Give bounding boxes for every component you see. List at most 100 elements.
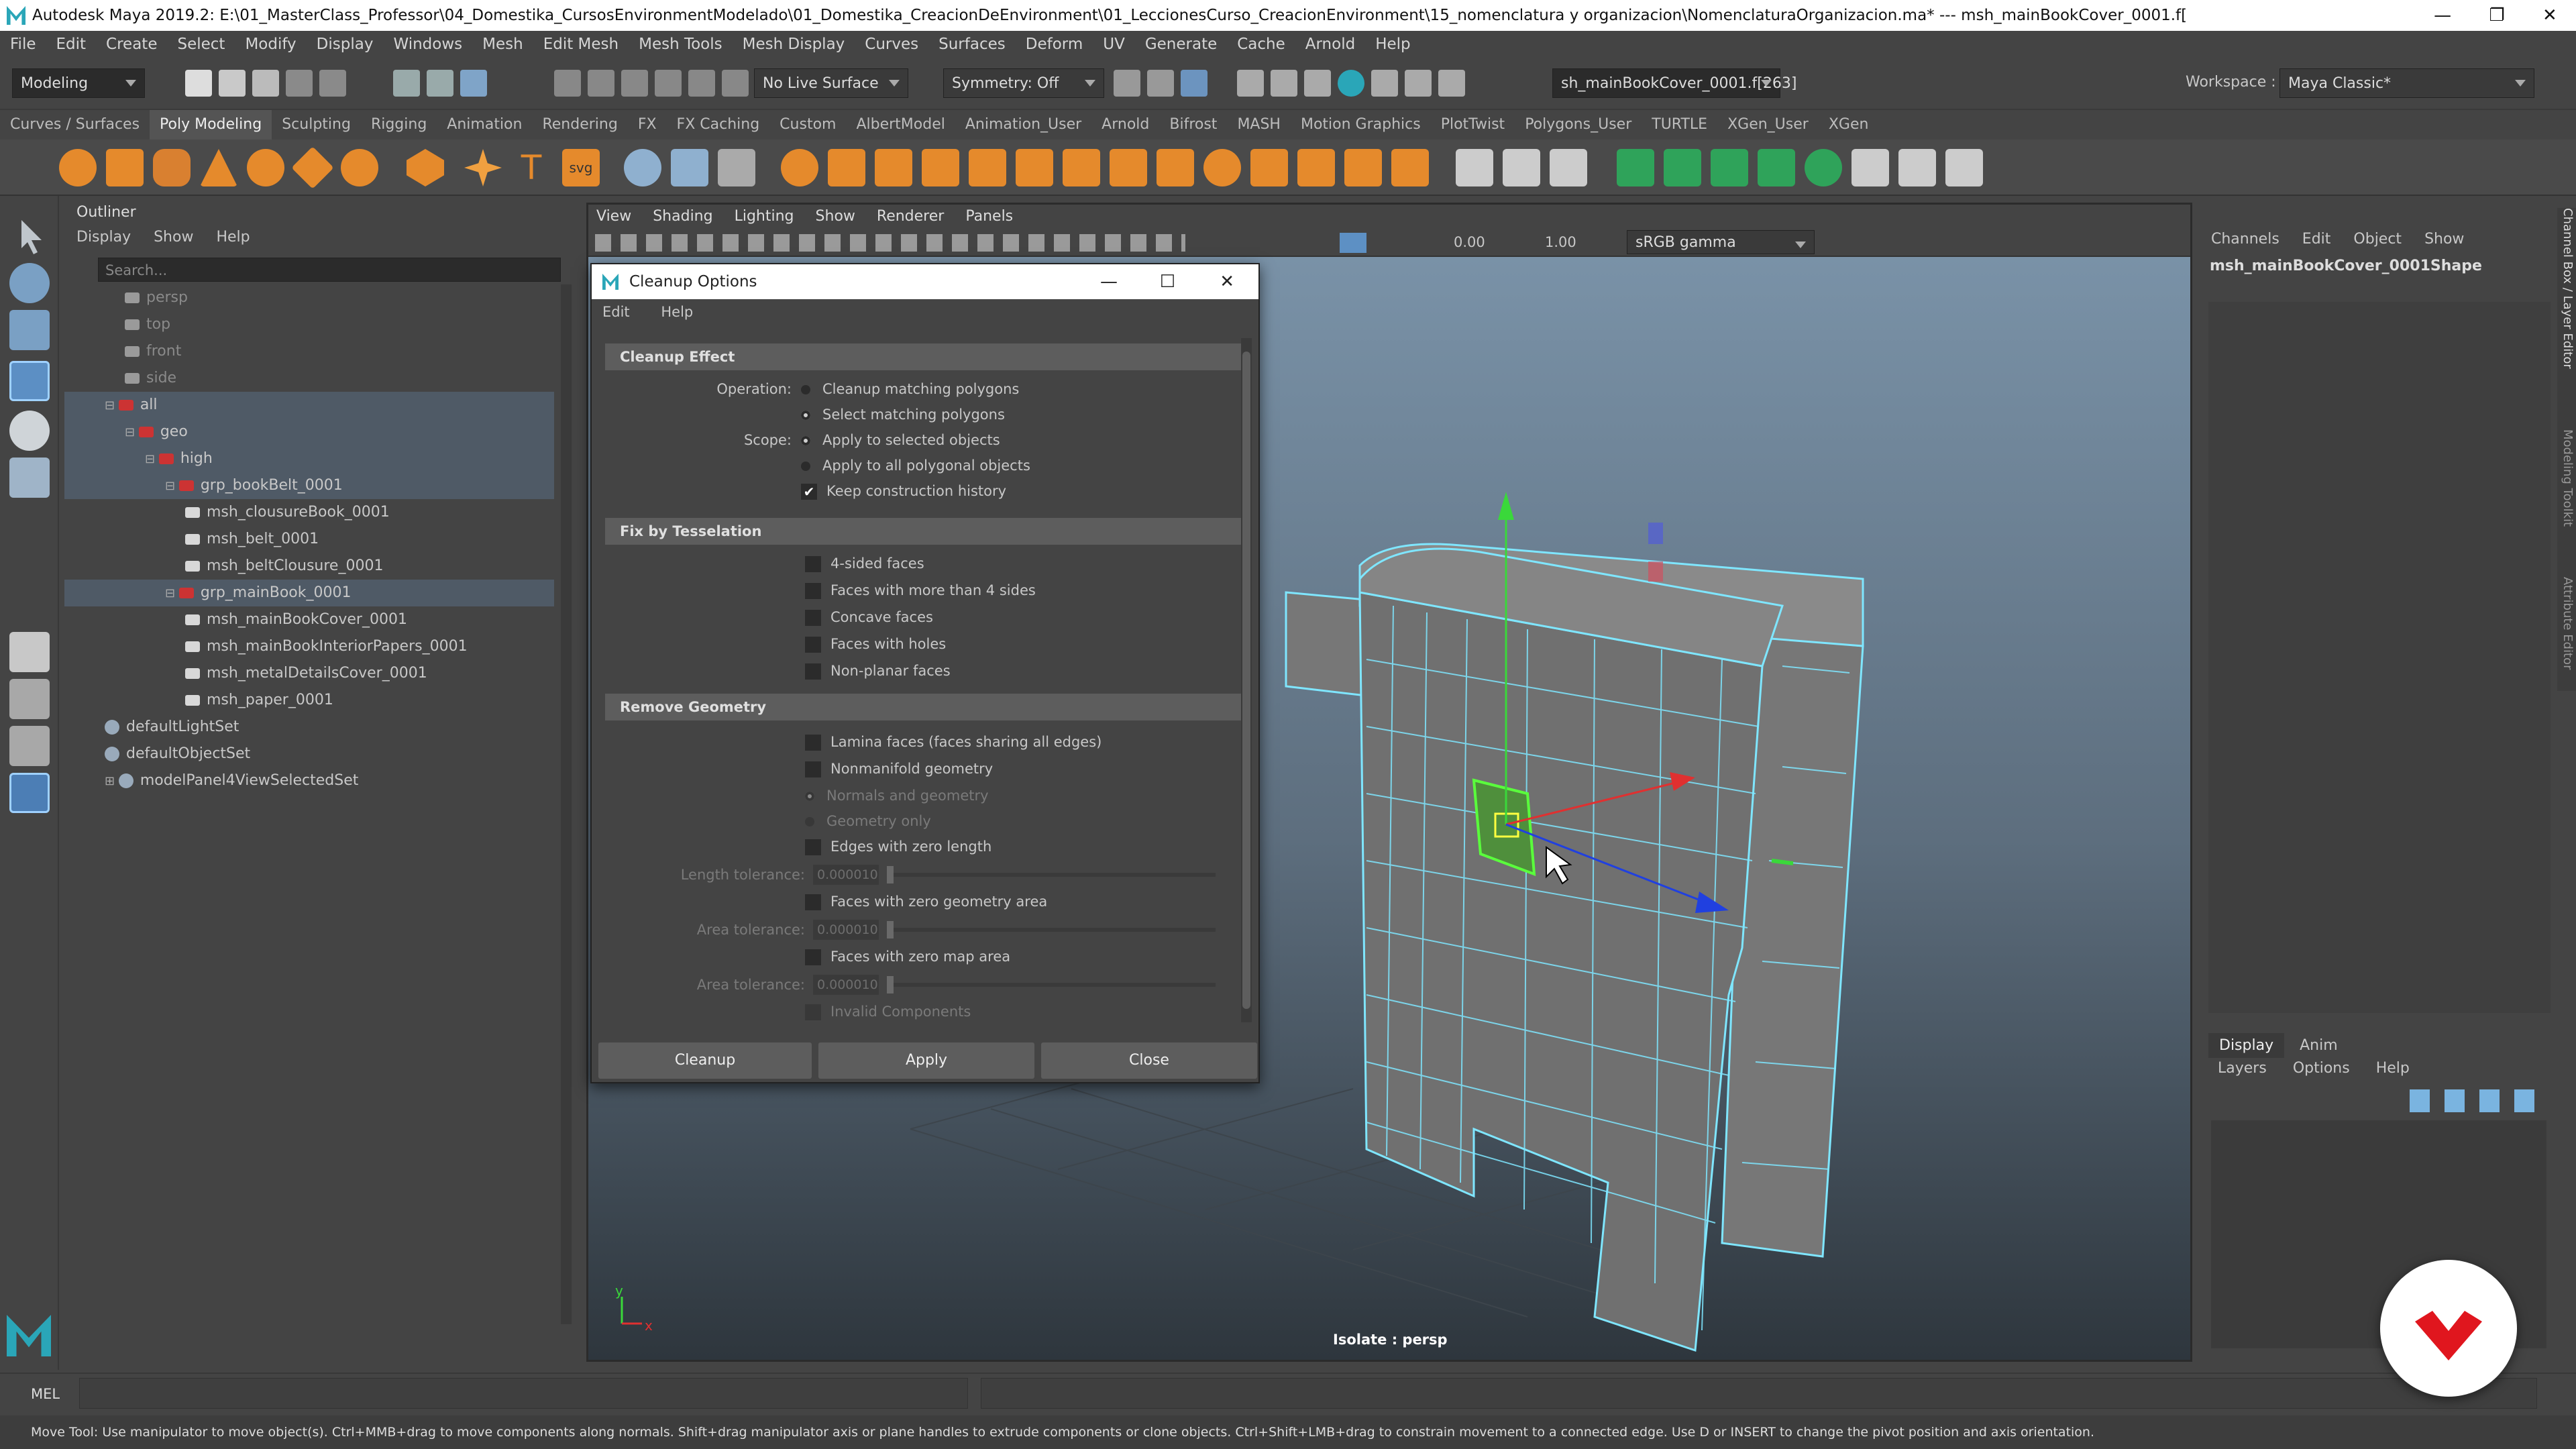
checker-icon[interactable]: [1851, 149, 1889, 186]
invalid-components-checkbox[interactable]: Invalid Components: [805, 1000, 971, 1024]
dialog-minimize-button[interactable]: —: [1100, 264, 1118, 299]
outliner-item-all[interactable]: ⊟ all: [64, 392, 554, 419]
outliner-item-msh-paper-0001[interactable]: msh_paper_0001: [64, 687, 554, 714]
boolean-icon[interactable]: [1250, 149, 1288, 186]
area-tolerance-field[interactable]: 0.000010: [813, 920, 879, 940]
select-hierarchy-icon[interactable]: [393, 70, 420, 97]
smooth-icon[interactable]: [781, 149, 818, 186]
outliner-item-msh-metaldetailscover-0001[interactable]: msh_metalDetailsCover_0001: [64, 660, 554, 687]
shelf-tab-sculpting[interactable]: Sculpting: [272, 110, 361, 140]
ipr-render-icon[interactable]: [1181, 70, 1208, 97]
dialog-maximize-button[interactable]: ☐: [1160, 264, 1175, 299]
shelf-tab-arnold[interactable]: Arnold: [1091, 110, 1159, 140]
viewport-menu-shading[interactable]: Shading: [653, 208, 712, 225]
render-settings-icon[interactable]: [1237, 70, 1264, 97]
viewport-menu-show[interactable]: Show: [816, 208, 855, 225]
maximize-button[interactable]: ❐: [2489, 5, 2504, 25]
plane-handle-red[interactable]: [1648, 561, 1663, 582]
outliner-item-high[interactable]: ⊟ high: [64, 445, 554, 472]
shelf-tab-mash[interactable]: MASH: [1227, 110, 1291, 140]
op-cleanup-radio[interactable]: Cleanup matching polygons: [801, 377, 1019, 401]
outliner-item-msh-clousurebook-0001[interactable]: msh_clousureBook_0001: [64, 499, 554, 526]
lamina-faces-checkbox[interactable]: Lamina faces (faces sharing all edges): [805, 730, 1102, 754]
tab-modeling-toolkit[interactable]: Modeling Toolkit: [2559, 429, 2575, 564]
channel-menu-edit[interactable]: Edit: [2302, 231, 2331, 248]
menu-file[interactable]: File: [0, 31, 46, 58]
layer-menu-layers[interactable]: Layers: [2218, 1060, 2267, 1077]
poly-disc-icon[interactable]: [341, 149, 378, 186]
poly-sphere-icon[interactable]: [59, 149, 97, 186]
shelf-tab-xgen[interactable]: XGen: [1819, 110, 1879, 140]
select-tool-icon[interactable]: [21, 220, 42, 254]
mirror-icon[interactable]: [1203, 149, 1241, 186]
poly-plane-icon[interactable]: [291, 146, 334, 189]
multi-cut-icon[interactable]: [1063, 149, 1100, 186]
outliner-item-msh-mainbookcover-0001[interactable]: msh_mainBookCover_0001: [64, 606, 554, 633]
paint-select-icon[interactable]: [9, 310, 50, 350]
zero-geometry-area-checkbox[interactable]: Faces with zero geometry area: [805, 890, 1047, 914]
poly-torus-icon[interactable]: [247, 149, 284, 186]
color-space-dropdown[interactable]: sRGB gamma: [1627, 230, 1815, 254]
keep-history-checkbox[interactable]: ✔ Keep construction history: [801, 479, 1006, 503]
shelf-tab-albertmodel[interactable]: AlbertModel: [846, 110, 955, 140]
snap-together-icon[interactable]: [1898, 149, 1936, 186]
length-tolerance-slider[interactable]: [887, 866, 1216, 883]
snap-point-icon[interactable]: [621, 70, 648, 97]
map-area-tolerance-field[interactable]: 0.000010: [813, 975, 879, 995]
green-tool-3-icon[interactable]: [1711, 149, 1748, 186]
expand-toggle-icon[interactable]: ⊟: [165, 479, 179, 493]
snap-surface-icon[interactable]: [688, 70, 715, 97]
outliner-menu-help[interactable]: Help: [216, 229, 250, 246]
channel-menu-channels[interactable]: Channels: [2211, 231, 2279, 248]
zero-length-edges-checkbox[interactable]: Edges with zero length: [805, 835, 991, 859]
shelf-tab-turtle[interactable]: TURTLE: [1642, 110, 1717, 140]
outliner-item-msh-beltclousure-0001[interactable]: msh_beltClousure_0001: [64, 553, 554, 580]
viewport-menu-panels[interactable]: Panels: [965, 208, 1013, 225]
sculpt-icon[interactable]: [624, 149, 661, 186]
pause-icon[interactable]: [1438, 70, 1465, 97]
green-tool-1-icon[interactable]: [1617, 149, 1654, 186]
green-tool-5-icon[interactable]: [1805, 149, 1842, 186]
arnold-render-icon[interactable]: [1338, 70, 1364, 97]
menu-arnold[interactable]: Arnold: [1295, 31, 1365, 58]
arnold-view-icon[interactable]: [1371, 70, 1398, 97]
menu-edit-mesh[interactable]: Edit Mesh: [533, 31, 629, 58]
menu-mesh[interactable]: Mesh: [472, 31, 533, 58]
plane-handle-green[interactable]: [1771, 859, 1794, 865]
selection-input-field[interactable]: sh_mainBookCover_0001.f[263]: [1552, 68, 1796, 98]
shelf-tab-custom[interactable]: Custom: [769, 110, 846, 140]
platonic-solid-icon[interactable]: [407, 149, 444, 186]
tess-faces-with-more-than-4-sides-checkbox[interactable]: Faces with more than 4 sides: [805, 578, 1036, 602]
construction-history-icon[interactable]: [1114, 70, 1140, 97]
outliner-layout-icon[interactable]: [9, 773, 50, 813]
shelf-tab-fx-caching[interactable]: FX Caching: [667, 110, 770, 140]
outliner-item-grp-mainbook-0001[interactable]: ⊟ grp_mainBook_0001: [64, 580, 554, 606]
single-pane-layout-icon[interactable]: [9, 632, 50, 672]
ruler-icon[interactable]: [1456, 149, 1493, 186]
outliner-item-msh-belt-0001[interactable]: msh_belt_0001: [64, 526, 554, 553]
planar-map-icon[interactable]: [1550, 149, 1587, 186]
svg-tool-icon[interactable]: svg: [562, 149, 600, 186]
tess-faces-with-holes-checkbox[interactable]: Faces with holes: [805, 632, 946, 656]
menu-generate[interactable]: Generate: [1135, 31, 1227, 58]
viewport-menu-lighting[interactable]: Lighting: [735, 208, 794, 225]
expand-toggle-icon[interactable]: ⊞: [105, 774, 119, 788]
length-tolerance-field[interactable]: 0.000010: [813, 865, 879, 885]
fill-hole-icon[interactable]: [1016, 149, 1053, 186]
bridge-icon[interactable]: [875, 149, 912, 186]
outliner-item-defaultobjectset[interactable]: defaultObjectSet: [64, 741, 554, 767]
uv-editor-icon[interactable]: [1503, 149, 1540, 186]
layer-menu-options[interactable]: Options: [2293, 1060, 2350, 1077]
append-polygon-icon[interactable]: [969, 149, 1006, 186]
smooth-proxy-icon[interactable]: [1391, 149, 1429, 186]
shelf-tab-plottwist[interactable]: PlotTwist: [1431, 110, 1515, 140]
tab-anim[interactable]: Anim: [2289, 1033, 2349, 1058]
cross-tool-icon[interactable]: [1945, 149, 1983, 186]
scope-selected-radio[interactable]: Apply to selected objects: [801, 428, 1000, 452]
menu-deform[interactable]: Deform: [1016, 31, 1093, 58]
target-weld-icon[interactable]: [1110, 149, 1147, 186]
y-axis-arrow-icon[interactable]: [1498, 492, 1514, 520]
menu-cache[interactable]: Cache: [1227, 31, 1295, 58]
lasso-tool-icon[interactable]: [9, 263, 50, 303]
merge-icon[interactable]: [1157, 149, 1194, 186]
